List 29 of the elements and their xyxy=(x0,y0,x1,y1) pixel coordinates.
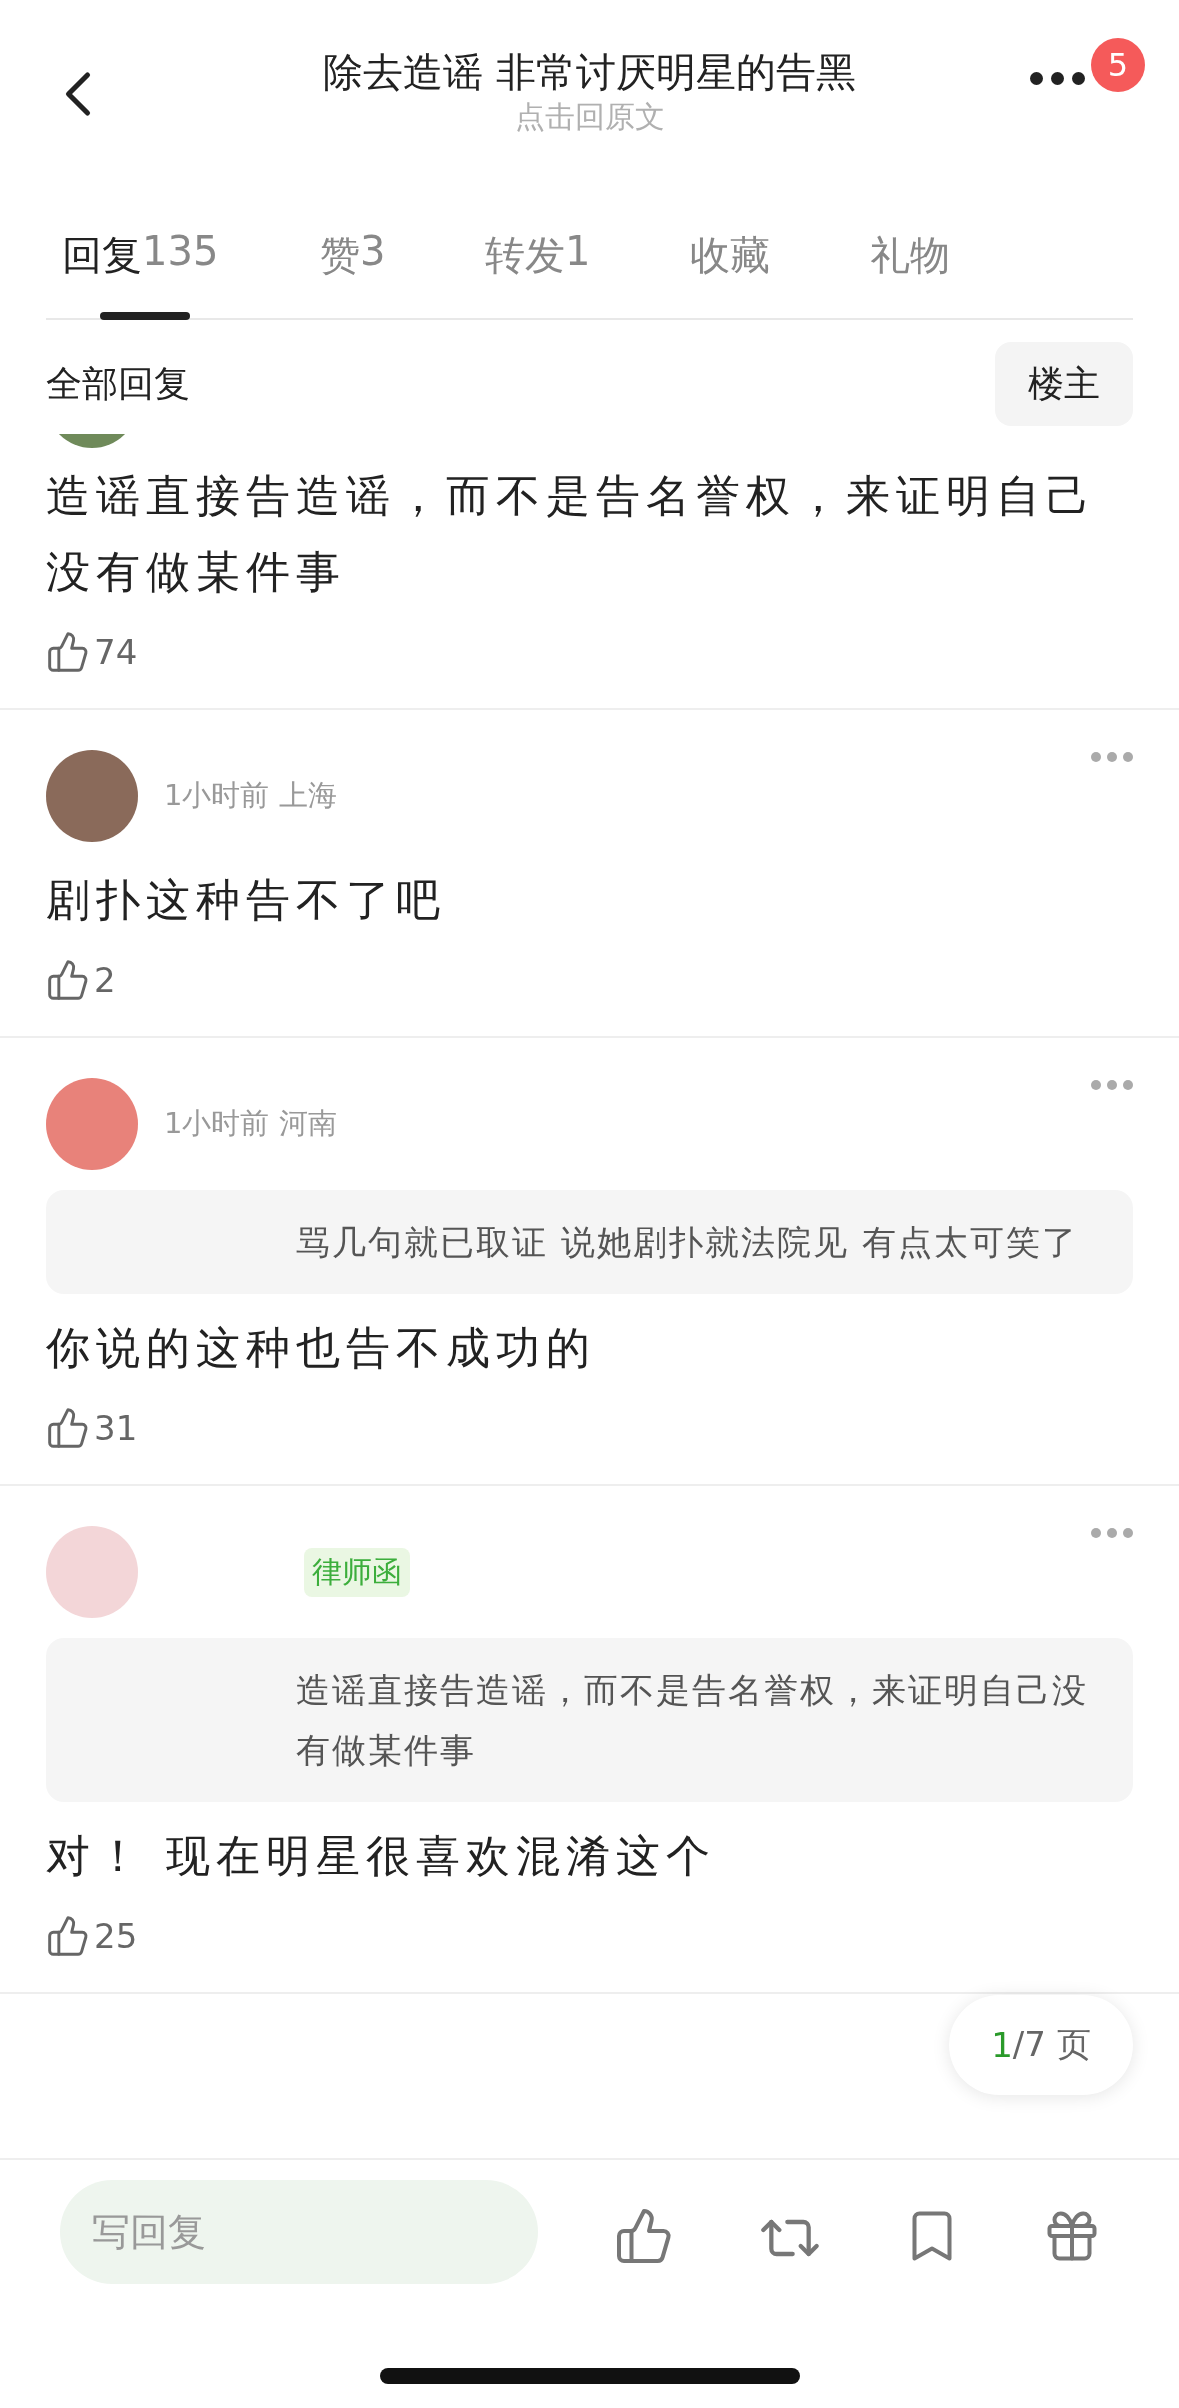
page-indicator[interactable]: 1/7 页 xyxy=(949,1995,1133,2095)
quoted-reply: 造谣直接告造谣，而不是告名誉权，来证明自己没有做某件事 xyxy=(46,1638,1133,1802)
like-button[interactable]: 31 xyxy=(46,1406,138,1450)
thumbs-up-icon xyxy=(46,958,90,1002)
like-button[interactable]: 74 xyxy=(46,630,138,674)
quoted-reply: 骂几句就已取证 说她剧扑就法院见 有点太可笑了 xyxy=(46,1190,1133,1294)
tab[interactable]: 回复135 xyxy=(46,228,304,320)
reply-input[interactable]: 写回复 xyxy=(60,2180,538,2284)
comment-meta: 1小时前 上海 xyxy=(164,777,337,814)
comment-text: 造谣直接告造谣，而不是告名誉权，来证明自己没有做某件事 xyxy=(46,469,1097,599)
comment-text: 对！ 现在明星很喜欢混淆这个 xyxy=(46,1829,717,1883)
user-badge: 律师函 xyxy=(304,1547,410,1597)
thumbs-up-icon xyxy=(46,1914,90,1958)
section-label: 全部回复 xyxy=(46,361,190,406)
tab[interactable]: 赞3 xyxy=(304,228,469,320)
like-button[interactable]: 2 xyxy=(46,958,116,1002)
notification-badge: 5 xyxy=(1091,38,1145,92)
like-button[interactable]: 25 xyxy=(46,1914,138,1958)
tab[interactable]: 转发1 xyxy=(469,228,674,320)
comment-text: 剧扑这种告不了吧 xyxy=(46,873,447,927)
tab[interactable]: 收藏 xyxy=(674,228,854,320)
thumbs-up-icon xyxy=(46,630,90,674)
post-title: 除去造谣 非常讨厌明星的告黑 xyxy=(323,48,856,97)
author-filter-button[interactable]: 楼主 xyxy=(995,342,1133,426)
more-button[interactable] xyxy=(1030,72,1085,85)
thumbs-up-icon xyxy=(46,1406,90,1450)
comment-text: 你说的这种也告不成功的 xyxy=(46,1321,597,1375)
comment-meta: 1小时前 河南 xyxy=(164,1105,337,1142)
tab[interactable]: 礼物 xyxy=(854,228,1014,320)
